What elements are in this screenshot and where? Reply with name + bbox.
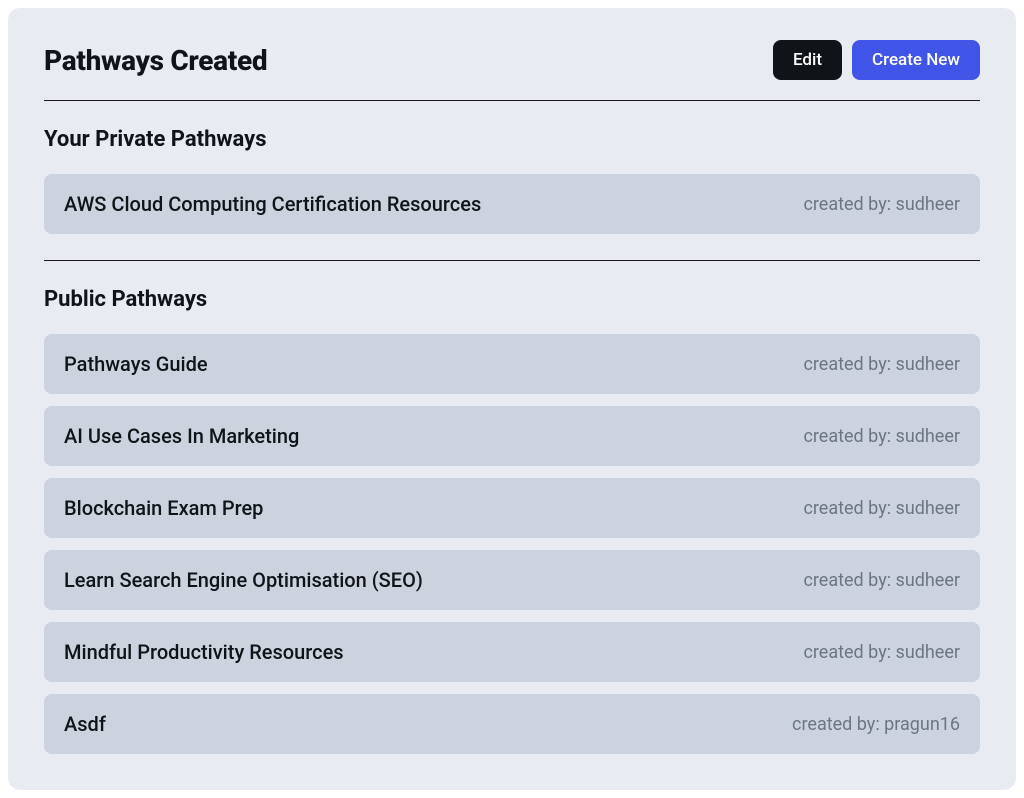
panel-header: Pathways Created Edit Create New xyxy=(44,40,980,101)
pathway-creator: created by: sudheer xyxy=(803,570,960,591)
header-actions: Edit Create New xyxy=(773,40,980,80)
pathway-title: AI Use Cases In Marketing xyxy=(64,424,299,448)
public-pathway-list: Pathways Guidecreated by: sudheerAI Use … xyxy=(44,334,980,754)
pathway-creator: created by: sudheer xyxy=(803,642,960,663)
create-new-button[interactable]: Create New xyxy=(852,40,980,80)
edit-button[interactable]: Edit xyxy=(773,40,842,80)
pathway-item[interactable]: AWS Cloud Computing Certification Resour… xyxy=(44,174,980,234)
pathway-title: Learn Search Engine Optimisation (SEO) xyxy=(64,568,423,592)
pathway-item[interactable]: Learn Search Engine Optimisation (SEO) cr… xyxy=(44,550,980,610)
private-pathways-section: Your Private Pathways AWS Cloud Computin… xyxy=(44,101,980,261)
pathway-title: Pathways Guide xyxy=(64,352,208,376)
pathway-creator: created by: sudheer xyxy=(803,426,960,447)
pathway-item[interactable]: AI Use Cases In Marketing created by: sud… xyxy=(44,406,980,466)
pathway-title: Blockchain Exam Prep xyxy=(64,496,263,520)
page-title: Pathways Created xyxy=(44,44,267,77)
pathways-panel: Pathways Created Edit Create New Your Pr… xyxy=(8,8,1016,790)
public-section-title: Public Pathways xyxy=(44,287,980,312)
private-pathway-list: AWS Cloud Computing Certification Resour… xyxy=(44,174,980,234)
pathway-title: Asdf xyxy=(64,712,106,736)
public-pathways-section: Public Pathways Pathways Guide created by… xyxy=(44,261,980,754)
pathway-title: Mindful Productivity Resources xyxy=(64,640,344,664)
pathway-creator: created by: sudheer xyxy=(803,498,960,519)
pathway-creator: created by: sudheer xyxy=(803,194,960,215)
pathway-item[interactable]: Blockchain Exam Prep created by: sudheer xyxy=(44,478,980,538)
pathway-title: AWS Cloud Computing Certification Resour… xyxy=(64,192,481,216)
pathway-item[interactable]: Mindful Productivity Resources created by… xyxy=(44,622,980,682)
pathway-creator: created by: sudheer xyxy=(803,354,960,375)
pathway-item[interactable]: Asdfcreated by: pragun16 xyxy=(44,694,980,754)
pathway-item[interactable]: Pathways Guide created by: sudheer xyxy=(44,334,980,394)
private-section-title: Your Private Pathways xyxy=(44,127,980,152)
